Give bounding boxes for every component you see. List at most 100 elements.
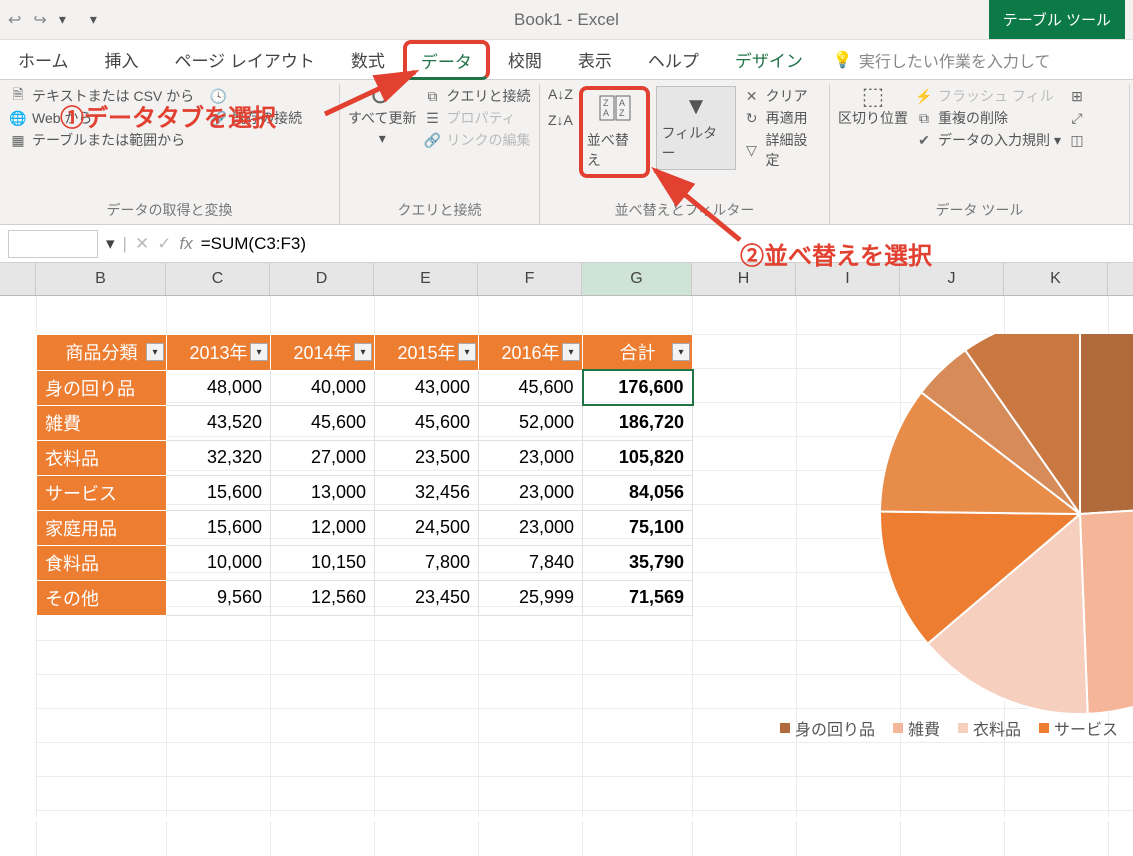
- col-header-b[interactable]: B: [36, 263, 166, 295]
- data-cell[interactable]: 7,800: [375, 545, 479, 580]
- dropdown-icon[interactable]: ▾: [379, 130, 386, 147]
- filter-button[interactable]: ▼ フィルター: [656, 86, 735, 170]
- grid-area[interactable]: 商品分類▾2013年▾2014年▾2015年▾2016年▾合計▾ 身の回り品48…: [0, 296, 1133, 856]
- data-cell[interactable]: 15,600: [167, 510, 271, 545]
- category-cell[interactable]: その他: [37, 580, 167, 615]
- data-cell[interactable]: 10,150: [271, 545, 375, 580]
- category-cell[interactable]: 食料品: [37, 545, 167, 580]
- data-cell[interactable]: 45,600: [375, 405, 479, 440]
- data-cell[interactable]: 23,450: [375, 580, 479, 615]
- pie-slice[interactable]: [1080, 334, 1133, 514]
- table-header[interactable]: 2015年▾: [375, 335, 479, 371]
- col-header-e[interactable]: E: [374, 263, 478, 295]
- sort-desc-button[interactable]: Z↓A: [548, 112, 573, 128]
- consolidate-button[interactable]: ⊞: [1067, 86, 1087, 106]
- filter-dropdown-icon[interactable]: ▾: [458, 343, 476, 361]
- edit-links-button[interactable]: 🔗リンクの編集: [422, 130, 530, 150]
- data-cell[interactable]: 23,000: [479, 440, 583, 475]
- tab-design[interactable]: デザイン: [717, 39, 821, 80]
- total-cell[interactable]: 75,100: [583, 510, 693, 545]
- tab-help[interactable]: ヘルプ: [630, 39, 717, 80]
- filter-dropdown-icon[interactable]: ▾: [562, 343, 580, 361]
- col-header-c[interactable]: C: [166, 263, 270, 295]
- redo-icon[interactable]: ↪: [33, 10, 46, 30]
- total-cell[interactable]: 35,790: [583, 545, 693, 580]
- category-cell[interactable]: 身の回り品: [37, 370, 167, 405]
- table-header[interactable]: 商品分類▾: [37, 335, 167, 371]
- category-cell[interactable]: 雑費: [37, 405, 167, 440]
- text-to-columns-button[interactable]: ⬚ 区切り位置: [838, 86, 908, 128]
- data-cell[interactable]: 12,560: [271, 580, 375, 615]
- tab-insert[interactable]: 挿入: [87, 39, 157, 80]
- legend-swatch: [1039, 723, 1049, 733]
- col-header-f[interactable]: F: [478, 263, 582, 295]
- tab-pagelayout[interactable]: ページ レイアウト: [157, 39, 333, 80]
- data-cell[interactable]: 32,320: [167, 440, 271, 475]
- relationships-button[interactable]: ⤢: [1067, 108, 1087, 128]
- data-cell[interactable]: 13,000: [271, 475, 375, 510]
- data-cell[interactable]: 48,000: [167, 370, 271, 405]
- dropdown-icon[interactable]: ▾: [1054, 132, 1061, 149]
- table-header[interactable]: 2013年▾: [167, 335, 271, 371]
- cancel-formula-icon[interactable]: ✕: [135, 234, 149, 254]
- enter-formula-icon[interactable]: ✓: [157, 234, 171, 254]
- category-cell[interactable]: 家庭用品: [37, 510, 167, 545]
- table-header[interactable]: 合計▾: [583, 335, 693, 371]
- data-cell[interactable]: 24,500: [375, 510, 479, 545]
- data-cell[interactable]: 12,000: [271, 510, 375, 545]
- data-cell[interactable]: 7,840: [479, 545, 583, 580]
- filter-dropdown-icon[interactable]: ▾: [354, 343, 372, 361]
- table-header[interactable]: 2014年▾: [271, 335, 375, 371]
- data-cell[interactable]: 9,560: [167, 580, 271, 615]
- back-icon[interactable]: ↩: [8, 10, 21, 30]
- category-cell[interactable]: 衣料品: [37, 440, 167, 475]
- manage-data-model-button[interactable]: ◫: [1067, 130, 1087, 150]
- data-cell[interactable]: 23,500: [375, 440, 479, 475]
- tell-me-search[interactable]: 💡 実行したい作業を入力して: [821, 40, 1062, 80]
- data-cell[interactable]: 52,000: [479, 405, 583, 440]
- col-header-k[interactable]: K: [1004, 263, 1108, 295]
- data-cell[interactable]: 45,600: [271, 405, 375, 440]
- data-cell[interactable]: 25,999: [479, 580, 583, 615]
- pie-chart[interactable]: [700, 334, 1133, 834]
- filter-dropdown-icon[interactable]: ▾: [672, 343, 690, 361]
- total-cell[interactable]: 186,720: [583, 405, 693, 440]
- data-cell[interactable]: 23,000: [479, 510, 583, 545]
- flash-fill-button[interactable]: ⚡フラッシュ フィル: [914, 86, 1054, 106]
- pie-slice[interactable]: [1080, 502, 1133, 714]
- qat-dropdown-icon[interactable]: ▾: [59, 11, 66, 28]
- from-table-range-button[interactable]: ▦テーブルまたは範囲から: [8, 130, 185, 150]
- data-cell[interactable]: 43,520: [167, 405, 271, 440]
- filter-dropdown-icon[interactable]: ▾: [146, 343, 164, 361]
- qat-dropdown-icon-2[interactable]: ▾: [90, 11, 97, 28]
- total-cell[interactable]: 84,056: [583, 475, 693, 510]
- data-cell[interactable]: 45,600: [479, 370, 583, 405]
- reapply-button[interactable]: ↻再適用: [742, 108, 808, 128]
- total-cell[interactable]: 71,569: [583, 580, 693, 615]
- tab-home[interactable]: ホーム: [0, 39, 87, 80]
- category-cell[interactable]: サービス: [37, 475, 167, 510]
- select-all-corner[interactable]: [0, 263, 36, 295]
- fx-label[interactable]: fx: [179, 234, 192, 254]
- filter-dropdown-icon[interactable]: ▾: [250, 343, 268, 361]
- data-cell[interactable]: 27,000: [271, 440, 375, 475]
- data-cell[interactable]: 23,000: [479, 475, 583, 510]
- data-cell[interactable]: 10,000: [167, 545, 271, 580]
- name-box[interactable]: [8, 230, 98, 258]
- data-validation-button[interactable]: ✔データの入力規則 ▾: [914, 130, 1061, 150]
- col-header-d[interactable]: D: [270, 263, 374, 295]
- tab-review[interactable]: 校閲: [490, 39, 560, 80]
- total-cell[interactable]: 105,820: [583, 440, 693, 475]
- data-cell[interactable]: 40,000: [271, 370, 375, 405]
- total-cell[interactable]: 176,600: [583, 370, 693, 405]
- table-header[interactable]: 2016年▾: [479, 335, 583, 371]
- sort-asc-button[interactable]: A↓Z: [548, 86, 573, 102]
- col-header-g[interactable]: G: [582, 263, 692, 295]
- data-cell[interactable]: 15,600: [167, 475, 271, 510]
- tab-view[interactable]: 表示: [560, 39, 630, 80]
- data-cell[interactable]: 43,000: [375, 370, 479, 405]
- clear-filter-button[interactable]: ✕クリア: [742, 86, 808, 106]
- name-box-dropdown-icon[interactable]: ▾: [106, 234, 115, 254]
- data-cell[interactable]: 32,456: [375, 475, 479, 510]
- remove-duplicates-button[interactable]: ⧉重複の削除: [914, 108, 1008, 128]
